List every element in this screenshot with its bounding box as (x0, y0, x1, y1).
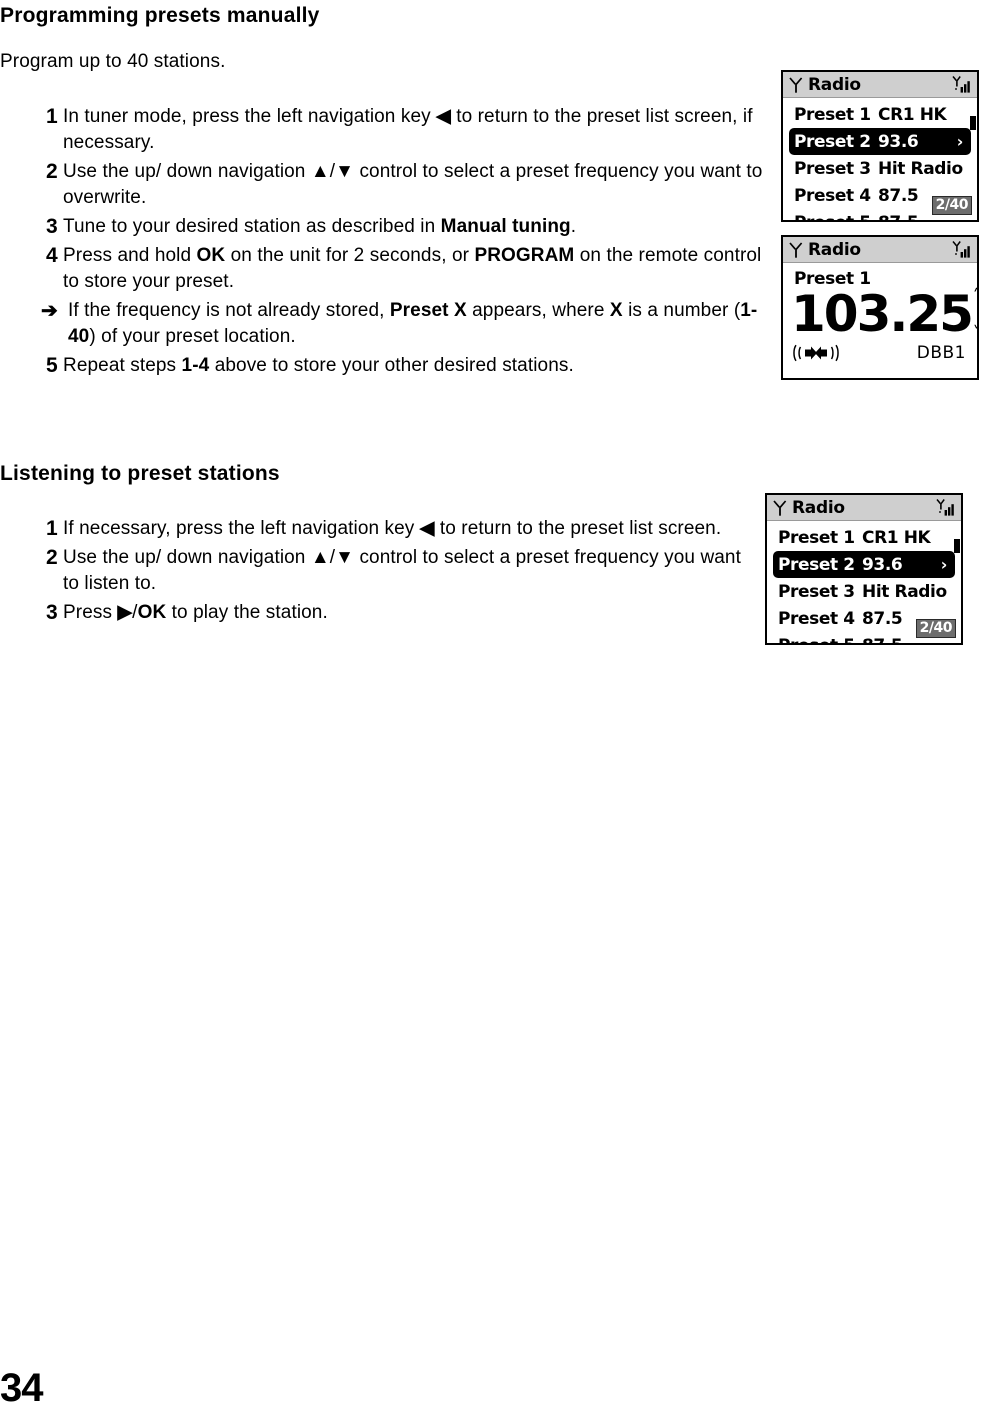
step-arrow-marker: ➔ (41, 300, 58, 322)
step-item: 3 Tune to your desired station as describ… (33, 214, 773, 240)
preset-slot-label: Preset 1 (794, 104, 871, 125)
lcd-preset-row[interactable]: Preset 1 CR1 HK (789, 101, 971, 128)
manual-page: Programming presets manually Program up … (0, 0, 982, 1421)
steps-list-listening: 1 If necessary, press the left navigation… (33, 516, 753, 629)
lcd-preset-row[interactable]: Preset 1 CR1 HK (773, 524, 955, 551)
chevron-down-icon[interactable]: ˅ (973, 325, 977, 340)
step-item: 1 If necessary, press the left navigation… (33, 516, 753, 542)
antenna-icon (789, 241, 803, 258)
lcd-header-bar: Radio (783, 237, 977, 263)
lcd-header-title: Radio (808, 239, 861, 260)
preset-slot-label: Preset 2 (778, 554, 855, 575)
tuning-updown-arrows[interactable]: ˄ ˅ (973, 288, 977, 340)
dbb-indicator: DBB1 (916, 343, 966, 363)
tuning-frequency-row: 103.25 ˄ ˅ (791, 287, 977, 341)
step-item: 5 Repeat steps 1-4 above to store your ot… (33, 353, 773, 379)
page-number: 34 (0, 1366, 43, 1410)
step-item: 2 Use the up/ down navigation ▲/▼ control… (33, 545, 753, 597)
lcd-preset-row[interactable]: Preset 2 93.6 › (773, 551, 955, 578)
lcd-header-bar: Radio (783, 72, 977, 98)
step-number: 3 (46, 215, 58, 238)
step-number: 2 (46, 546, 58, 569)
signal-strength-icon (952, 76, 972, 93)
tuning-frequency-value: 103.25 (791, 285, 974, 343)
lcd-header-title: Radio (808, 74, 861, 95)
scrollbar-thumb[interactable] (970, 116, 976, 130)
step-item: 1 In tuner mode, press the left navigatio… (33, 104, 773, 156)
section-heading-listening: Listening to preset stations (0, 462, 280, 485)
preset-count-badge: 2/40 (915, 619, 956, 638)
lcd-preset-row[interactable]: Preset 3 Hit Radio (773, 578, 955, 605)
preset-slot-label: Preset 1 (778, 527, 855, 548)
steps-list-programming: 1 In tuner mode, press the left navigatio… (33, 104, 773, 382)
step-number: 5 (46, 354, 58, 377)
step-number: 1 (46, 517, 58, 540)
lcd-preset-row[interactable]: Preset 2 93.6 › (789, 128, 971, 155)
lcd-preset-row[interactable]: Preset 3 Hit Radio (789, 155, 971, 182)
chevron-right-icon: › (956, 132, 964, 151)
preset-slot-label: Preset 4 (778, 608, 855, 629)
preset-station-value: 93.6 (878, 131, 919, 152)
preset-station-value: CR1 HK (862, 527, 931, 548)
preset-station-value: Hit Radio (862, 581, 947, 602)
preset-slot-label: Preset 4 (794, 185, 871, 206)
lcd-screen-tuning: Radio Preset 1 103.25 ˄ ˅ (781, 235, 979, 380)
preset-slot-label: Preset 3 (778, 581, 855, 602)
step-text: If the frequency is not already stored, … (68, 300, 758, 347)
signal-strength-icon (936, 499, 956, 516)
step-item: 4 Press and hold OK on the unit for 2 sec… (33, 243, 773, 295)
step-text: If necessary, press the left navigation … (63, 518, 722, 539)
step-text: Use the up/ down navigation ▲/▼ control … (63, 547, 741, 594)
chevron-up-icon[interactable]: ˄ (973, 288, 977, 303)
lcd-screen-preset-list-bottom: Radio Preset 1 CR1 HK Preset 2 93.6 › Preset … (765, 493, 963, 645)
step-text: In tuner mode, press the left navigation… (63, 106, 753, 153)
lcd-screen-preset-list-top: Radio Preset 1 CR1 HK Preset 2 93.6 › Preset … (781, 70, 979, 222)
chevron-right-icon: › (940, 555, 948, 574)
lcd-header-bar: Radio (767, 495, 961, 521)
step-item: 3 Press ▶/OK to play the station. (33, 600, 753, 626)
step-text: Press ▶/OK to play the station. (63, 602, 328, 623)
section-intro-programming: Program up to 40 stations. (0, 51, 226, 72)
lcd-header-title: Radio (792, 497, 845, 518)
preset-station-value: CR1 HK (878, 104, 947, 125)
speaker-stereo-icon (792, 344, 840, 362)
preset-station-value: 93.6 (862, 554, 903, 575)
section-heading-programming: Programming presets manually (0, 4, 320, 27)
step-item: ➔ If the frequency is not already stored,… (33, 298, 773, 350)
antenna-icon (789, 76, 803, 93)
preset-slot-label: Preset 3 (794, 158, 871, 179)
preset-station-value: Hit Radio (878, 158, 963, 179)
preset-slot-label: Preset 5 (794, 213, 878, 221)
preset-count-badge: 2/40 (931, 196, 972, 215)
step-text: Use the up/ down navigation ▲/▼ control … (63, 161, 763, 208)
signal-strength-icon (952, 241, 972, 258)
step-number: 2 (46, 160, 58, 183)
step-number: 1 (46, 105, 58, 128)
step-text: Press and hold OK on the unit for 2 seco… (63, 245, 762, 292)
step-number: 3 (46, 601, 58, 624)
step-number: 4 (46, 244, 58, 267)
preset-slot-label: Preset 5 (778, 636, 862, 644)
tuning-status-row: DBB1 (792, 343, 966, 363)
step-text: Repeat steps 1-4 above to store your oth… (63, 355, 574, 376)
step-text: Tune to your desired station as describe… (63, 216, 577, 237)
scrollbar-thumb[interactable] (954, 539, 960, 553)
antenna-icon (773, 499, 787, 516)
preset-slot-label: Preset 2 (794, 131, 871, 152)
step-item: 2 Use the up/ down navigation ▲/▼ control… (33, 159, 773, 211)
